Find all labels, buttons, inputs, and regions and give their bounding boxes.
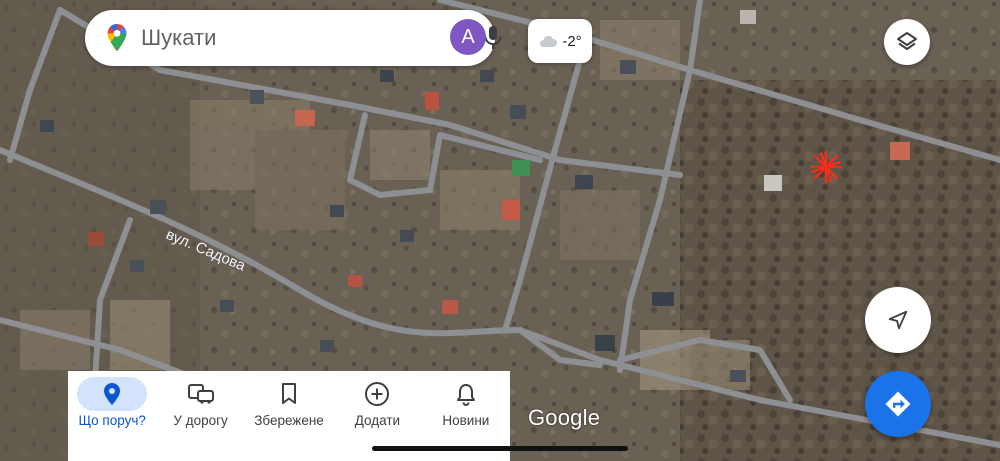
navigation-arrow-icon	[888, 310, 908, 330]
nav-label: Додати	[354, 413, 401, 428]
bell-icon	[456, 384, 475, 406]
commute-icon	[187, 384, 214, 404]
nav-label: Збережене	[254, 413, 324, 428]
weather-chip[interactable]: -2°	[528, 19, 592, 63]
search-placeholder[interactable]: Шукати	[141, 25, 216, 51]
active-indicator	[77, 377, 148, 411]
cloud-icon	[540, 36, 558, 47]
nav-label: Новини	[442, 413, 490, 428]
directions-button[interactable]	[865, 371, 931, 437]
home-indicator[interactable]	[372, 446, 628, 451]
layers-icon	[897, 32, 917, 50]
bookmark-icon	[282, 383, 297, 404]
nav-item-saved[interactable]: Збережене	[245, 371, 333, 461]
add-circle-icon	[365, 382, 390, 406]
weather-temperature: -2°	[562, 32, 582, 50]
directions-icon	[885, 391, 911, 417]
location-pin-icon	[104, 383, 121, 405]
google-maps-logo-icon	[107, 23, 127, 52]
nav-item-explore[interactable]: Що поруч?	[68, 371, 156, 461]
search-bar[interactable]: Шукати	[85, 10, 502, 66]
nav-label: У дорогу	[173, 413, 228, 428]
nav-item-go[interactable]: У дорогу	[156, 371, 244, 461]
avatar[interactable]: A	[450, 19, 486, 55]
layers-button[interactable]	[884, 19, 930, 65]
nav-label: Що поруч?	[78, 413, 146, 428]
my-location-button[interactable]	[865, 287, 931, 353]
dropped-pin-marker[interactable]	[809, 150, 843, 184]
google-attribution: Google	[528, 405, 601, 430]
